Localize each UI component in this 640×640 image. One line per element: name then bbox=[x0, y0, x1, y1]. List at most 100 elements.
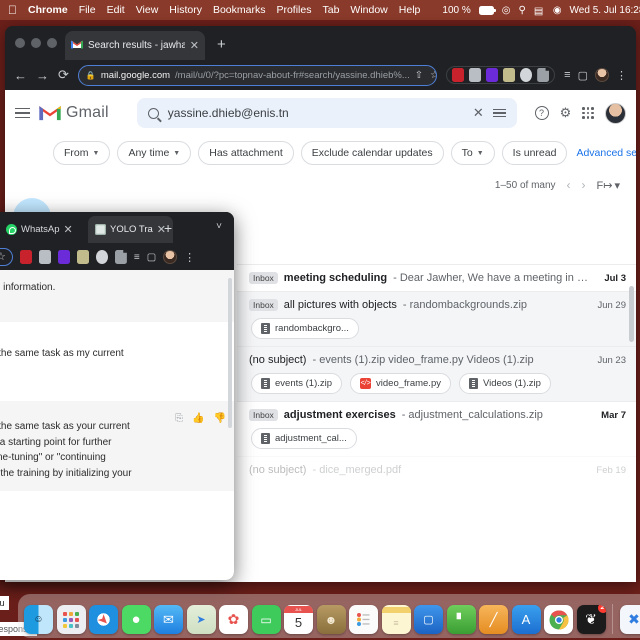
search-input[interactable]: yassine.dhieb@enis.tn ✕ bbox=[136, 98, 517, 128]
hamburger-icon[interactable] bbox=[15, 107, 30, 119]
dock-item-keynote[interactable]: ▢ bbox=[414, 605, 443, 634]
tab-list-chevron-icon[interactable]: ˅ bbox=[216, 221, 222, 232]
advanced-search-link[interactable]: Advanced search bbox=[576, 147, 636, 159]
menu-item-edit[interactable]: Edit bbox=[107, 4, 125, 16]
attachment-chip[interactable]: adjustment_cal... bbox=[251, 428, 357, 449]
chrome-menu-icon[interactable]: ⋮ bbox=[184, 251, 195, 264]
chip-from[interactable]: From ▼ bbox=[53, 141, 111, 165]
honey-extension-icon[interactable] bbox=[19, 250, 32, 264]
bookmark-star-icon[interactable]: ☆ bbox=[0, 248, 13, 266]
thumbs-down-icon[interactable]: 👎 bbox=[214, 411, 226, 427]
menu-item-bookmarks[interactable]: Bookmarks bbox=[213, 4, 266, 16]
clear-search-icon[interactable]: ✕ bbox=[473, 105, 484, 121]
khaki-extension-icon[interactable] bbox=[503, 68, 516, 82]
spotlight-search-icon[interactable]: ⚲ bbox=[518, 5, 525, 16]
minimize-window-button[interactable] bbox=[31, 38, 41, 48]
wifi-icon[interactable]: ◎ bbox=[502, 5, 511, 16]
table-row[interactable]: Inbox meeting scheduling - Dear Jawher, … bbox=[237, 264, 636, 291]
grey-extension-icon[interactable] bbox=[469, 68, 482, 82]
attachment-chip[interactable]: </> video_frame.py bbox=[350, 373, 451, 394]
format-toggle-button[interactable]: F↦ ▾ bbox=[597, 179, 620, 192]
bookmark-star-icon[interactable]: ☆ bbox=[430, 70, 436, 81]
maximize-window-button[interactable] bbox=[47, 38, 57, 48]
apple-menu-icon[interactable]:  bbox=[8, 4, 17, 16]
dock-item-chatgpt[interactable]: ❦ 2 bbox=[576, 605, 606, 634]
reading-list-icon[interactable]: ≡ bbox=[564, 69, 570, 81]
chip-to[interactable]: To ▼ bbox=[450, 141, 495, 165]
menu-item-profiles[interactable]: Profiles bbox=[276, 4, 311, 16]
puzzle-extensions-icon[interactable] bbox=[114, 250, 127, 264]
dock-item-photos[interactable]: ✿ bbox=[219, 605, 248, 634]
dock-item-contacts[interactable]: ☻ bbox=[316, 605, 346, 634]
menu-item-file[interactable]: File bbox=[79, 4, 96, 16]
dock-item-finder[interactable]: ☺ bbox=[24, 605, 53, 634]
window-traffic-lights[interactable] bbox=[15, 38, 57, 48]
dock-item-reminders[interactable] bbox=[349, 605, 378, 634]
puzzle-extensions-icon[interactable] bbox=[537, 68, 550, 82]
grey-extension-icon[interactable] bbox=[38, 250, 51, 264]
chip-any-time[interactable]: Any time ▼ bbox=[117, 141, 192, 165]
next-page-button[interactable]: › bbox=[582, 178, 586, 192]
help-icon[interactable]: ? bbox=[534, 106, 549, 120]
menu-item-history[interactable]: History bbox=[169, 4, 202, 16]
side-panel-icon[interactable]: ▢ bbox=[578, 69, 588, 82]
chip-has-attachment[interactable]: Has attachment bbox=[198, 141, 294, 165]
browser-tab-whatsapp[interactable]: WhatsAp ✕ bbox=[0, 216, 80, 243]
search-options-icon[interactable] bbox=[492, 108, 506, 118]
browser-tab-yolo[interactable]: YOLO Tra ✕ bbox=[88, 216, 173, 243]
gmail-logo[interactable]: Gmail bbox=[39, 104, 109, 122]
chatgpt-scrollbar[interactable] bbox=[228, 278, 232, 428]
table-row[interactable]: (no subject) - events (1).zip video_fram… bbox=[237, 346, 636, 401]
grey-circle-extension-icon[interactable] bbox=[95, 250, 108, 264]
menu-item-view[interactable]: View bbox=[136, 4, 159, 16]
dock-item-facetime[interactable]: ▭ bbox=[251, 605, 281, 634]
gear-icon[interactable]: ⚙ bbox=[560, 105, 572, 121]
new-tab-button[interactable]: + bbox=[164, 220, 172, 236]
dock-item-calendar[interactable]: JUL 5 bbox=[284, 605, 313, 634]
table-row[interactable]: (no subject) - dice_merged.pdf Feb 19 bbox=[237, 456, 636, 483]
dock-item-maps[interactable]: ➤ bbox=[186, 605, 216, 634]
dock-item-messages[interactable]: ● bbox=[121, 605, 151, 634]
menu-item-chrome[interactable]: Chrome bbox=[28, 4, 68, 16]
close-tab-icon[interactable]: ✕ bbox=[190, 39, 199, 52]
khaki-extension-icon[interactable] bbox=[76, 250, 89, 264]
account-avatar[interactable] bbox=[605, 102, 626, 124]
purple-extension-icon[interactable] bbox=[57, 250, 70, 264]
attachment-chip[interactable]: events (1).zip bbox=[251, 373, 343, 394]
chrome-menu-icon[interactable]: ⋮ bbox=[616, 69, 627, 82]
close-window-button[interactable] bbox=[15, 38, 25, 48]
siri-icon[interactable]: ◉ bbox=[553, 5, 562, 16]
menu-item-tab[interactable]: Tab bbox=[322, 4, 339, 16]
dock-item-launchpad[interactable] bbox=[56, 605, 86, 634]
menu-item-window[interactable]: Window bbox=[350, 4, 387, 16]
dock-item-notes[interactable]: ≡ bbox=[381, 605, 411, 634]
grey-circle-extension-icon[interactable] bbox=[520, 68, 533, 82]
chrome-profile-avatar[interactable] bbox=[163, 250, 178, 264]
dock-item-mail[interactable]: ✉ bbox=[154, 605, 183, 634]
attachment-chip[interactable]: randombackgro... bbox=[251, 318, 359, 339]
control-center-icon[interactable]: ▤ bbox=[534, 6, 545, 17]
apps-grid-icon[interactable] bbox=[582, 107, 594, 119]
honey-extension-icon[interactable] bbox=[452, 68, 465, 82]
attachment-chip[interactable]: Videos (1).zip bbox=[458, 373, 551, 394]
share-icon[interactable]: ⇧ bbox=[415, 70, 423, 81]
chrome-profile-avatar[interactable] bbox=[595, 68, 609, 82]
dock-item-safari[interactable]: ➤ bbox=[89, 605, 118, 634]
menu-item-help[interactable]: Help bbox=[399, 4, 421, 16]
dock-item-appstore[interactable]: A bbox=[511, 605, 541, 634]
reading-list-icon[interactable]: ≡ bbox=[134, 252, 140, 263]
dock-item-numbers[interactable]: ▘ bbox=[446, 605, 476, 634]
reload-button[interactable]: ⟳ bbox=[58, 67, 69, 83]
new-tab-button[interactable]: + bbox=[217, 36, 226, 53]
back-button[interactable]: ← bbox=[14, 68, 27, 83]
table-row[interactable]: Inbox adjustment exercises - adjustment_… bbox=[237, 401, 636, 456]
purple-extension-icon[interactable] bbox=[486, 68, 499, 82]
dock-item-chrome[interactable] bbox=[544, 605, 573, 634]
dock-item-pages[interactable]: ╱ bbox=[479, 605, 508, 634]
copy-icon[interactable]: ⎘ bbox=[175, 411, 183, 427]
dock-item-vscode[interactable]: ✖ bbox=[619, 605, 640, 634]
table-row[interactable]: Inbox all pictures with objects - random… bbox=[237, 291, 636, 346]
browser-tab-gmail[interactable]: Search results - jawharsd@gm ✕ bbox=[65, 31, 205, 60]
address-bar[interactable]: 🔒 mail.google.com /mail/u/0/?pc=topnav-a… bbox=[77, 64, 438, 86]
previous-page-button[interactable]: ‹ bbox=[567, 178, 571, 192]
